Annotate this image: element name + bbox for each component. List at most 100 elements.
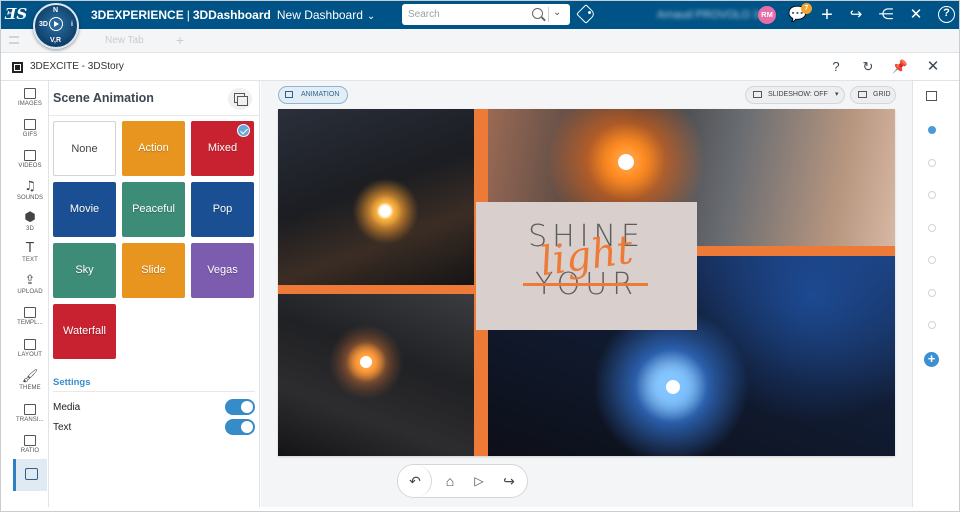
compass-east: i xyxy=(71,21,73,28)
flame-glow xyxy=(618,154,634,170)
tag-icon[interactable] xyxy=(576,4,596,24)
music-icon: ♫ xyxy=(24,179,36,194)
slideshow-icon xyxy=(753,91,762,98)
grid-label: GRID xyxy=(873,91,891,98)
tile-slide[interactable]: Slide xyxy=(122,243,185,298)
story-canvas-area: ANIMATION SLIDESHOW: OFF ▾ GRID SHINE YO… xyxy=(261,81,912,507)
slides-rail: + xyxy=(912,81,950,507)
text-toggle[interactable] xyxy=(225,419,255,435)
rail-item-animation[interactable] xyxy=(13,459,47,491)
tile-label: Movie xyxy=(69,203,100,215)
panel-divider xyxy=(49,115,259,116)
rail-item-upload[interactable]: ⇪ UPLOAD xyxy=(11,273,49,303)
rail-item-3d[interactable]: ⬢ 3D xyxy=(11,210,49,240)
avatar[interactable]: RM xyxy=(758,6,776,24)
animation-button[interactable]: ANIMATION xyxy=(278,86,348,104)
search-dropdown-icon[interactable]: ⌄ xyxy=(553,7,561,18)
tile-label: Action xyxy=(138,142,169,154)
photo-welder-sparks[interactable] xyxy=(278,109,474,285)
rail-item-sounds[interactable]: ♫ SOUNDS xyxy=(11,179,49,209)
search-box[interactable]: ⌄ xyxy=(402,4,570,25)
rail-item-transitions[interactable]: TRANSI... xyxy=(11,402,49,432)
network-icon[interactable]: ⋲ xyxy=(877,6,895,24)
slide-dot[interactable] xyxy=(928,224,936,232)
slide-dot[interactable] xyxy=(928,256,936,264)
rail-item-templates[interactable]: TEMPL... xyxy=(11,305,49,335)
slideshow-label: SLIDESHOW: OFF xyxy=(768,91,828,98)
upload-icon: ⇪ xyxy=(24,273,36,288)
theme-icon: 🖌 xyxy=(21,369,39,384)
refresh-icon[interactable]: ↻ xyxy=(859,58,877,76)
share-icon[interactable]: ↪ xyxy=(847,6,865,24)
arc-glow xyxy=(666,380,680,394)
tools-icon[interactable]: ✕ xyxy=(907,6,925,24)
photo-grinder[interactable] xyxy=(278,294,474,456)
widget-title: 3DEXCITE - 3DStory xyxy=(30,61,124,72)
chevron-down-icon[interactable]: ⌄ xyxy=(367,11,375,22)
rail-label: 3D xyxy=(26,226,34,232)
add-icon[interactable]: + xyxy=(818,5,836,25)
username[interactable]: Arnaud PROVOLO 3 xyxy=(657,9,759,21)
slide-dot[interactable] xyxy=(928,289,936,297)
caret-down-icon: ▾ xyxy=(835,91,839,98)
slides-panel-icon[interactable] xyxy=(926,91,937,101)
story-text-panel[interactable]: SHINE YOUR light xyxy=(476,202,697,330)
rail-item-gifs[interactable]: GIFS xyxy=(11,117,49,147)
tile-action[interactable]: Action xyxy=(122,121,185,176)
grid-toggle[interactable]: GRID xyxy=(850,86,896,104)
cube-icon: ⬢ xyxy=(24,210,36,225)
rail-item-text[interactable]: T TEXT xyxy=(11,241,49,271)
compass-icon[interactable]: N 3D i V,R xyxy=(33,3,79,49)
gif-icon xyxy=(24,119,36,130)
rail-item-videos[interactable]: VIDEOS xyxy=(11,148,49,178)
tab-menu-icon[interactable] xyxy=(9,36,19,44)
slideshow-toggle[interactable]: SLIDESHOW: OFF ▾ xyxy=(745,86,845,104)
slide-dot[interactable] xyxy=(928,159,936,167)
tab-new[interactable]: New Tab xyxy=(105,35,144,46)
slide-dot[interactable] xyxy=(928,126,936,134)
widget-header: 3DEXCITE - 3DStory ? ↻ 📌 ✕ xyxy=(1,53,959,81)
rail-item-layout[interactable]: LAYOUT xyxy=(11,337,49,367)
layout-icon xyxy=(24,339,36,350)
media-toggle[interactable] xyxy=(225,399,255,415)
ds-logo-icon[interactable]: ƎS xyxy=(5,5,27,25)
story-slide[interactable]: SHINE YOUR light xyxy=(278,109,895,456)
add-tab-icon[interactable]: + xyxy=(176,32,184,48)
help-button[interactable]: ? xyxy=(827,58,845,76)
tile-mixed[interactable]: Mixed xyxy=(191,121,254,176)
image-icon xyxy=(24,88,36,99)
spark-glow xyxy=(378,204,392,218)
compass-north: N xyxy=(53,7,59,14)
tile-vegas[interactable]: Vegas xyxy=(191,243,254,298)
play-icon[interactable]: ▷ xyxy=(469,471,489,491)
rail-item-images[interactable]: IMAGES xyxy=(11,86,49,116)
home-icon[interactable]: ⌂ xyxy=(440,471,460,491)
pin-icon[interactable]: 📌 xyxy=(891,58,909,76)
tile-movie[interactable]: Movie xyxy=(53,182,116,237)
rail-item-theme[interactable]: 🖌 THEME xyxy=(11,369,49,399)
search-input[interactable] xyxy=(408,7,526,22)
settings-heading: Settings xyxy=(53,377,91,388)
notification-badge: 7 xyxy=(801,3,812,14)
help-icon[interactable]: ? xyxy=(938,6,955,23)
tile-pop[interactable]: Pop xyxy=(191,182,254,237)
add-slide-button[interactable]: + xyxy=(924,352,939,367)
undo-icon[interactable]: ↶ xyxy=(405,471,425,491)
search-icon[interactable] xyxy=(532,8,543,19)
tile-label: Peaceful xyxy=(132,203,175,215)
text-icon: T xyxy=(26,241,34,256)
copy-icon[interactable] xyxy=(228,88,252,110)
scene-animation-panel: Scene Animation None Action Mixed Movie … xyxy=(49,81,260,507)
tile-waterfall[interactable]: Waterfall xyxy=(53,304,116,359)
share-icon[interactable]: ↪ xyxy=(499,471,519,491)
tile-label: Slide xyxy=(141,264,166,276)
rail-label: TEMPL... xyxy=(17,320,43,326)
brand-title[interactable]: 3DEXPERIENCE | 3DDashboard New Dashboard ⌄ xyxy=(91,8,375,22)
slide-dot[interactable] xyxy=(928,321,936,329)
close-icon[interactable]: ✕ xyxy=(924,58,942,76)
tile-peaceful[interactable]: Peaceful xyxy=(122,182,185,237)
slide-dot[interactable] xyxy=(928,191,936,199)
tile-sky[interactable]: Sky xyxy=(53,243,116,298)
compass-play-icon xyxy=(49,17,63,31)
tile-none[interactable]: None xyxy=(53,121,116,176)
